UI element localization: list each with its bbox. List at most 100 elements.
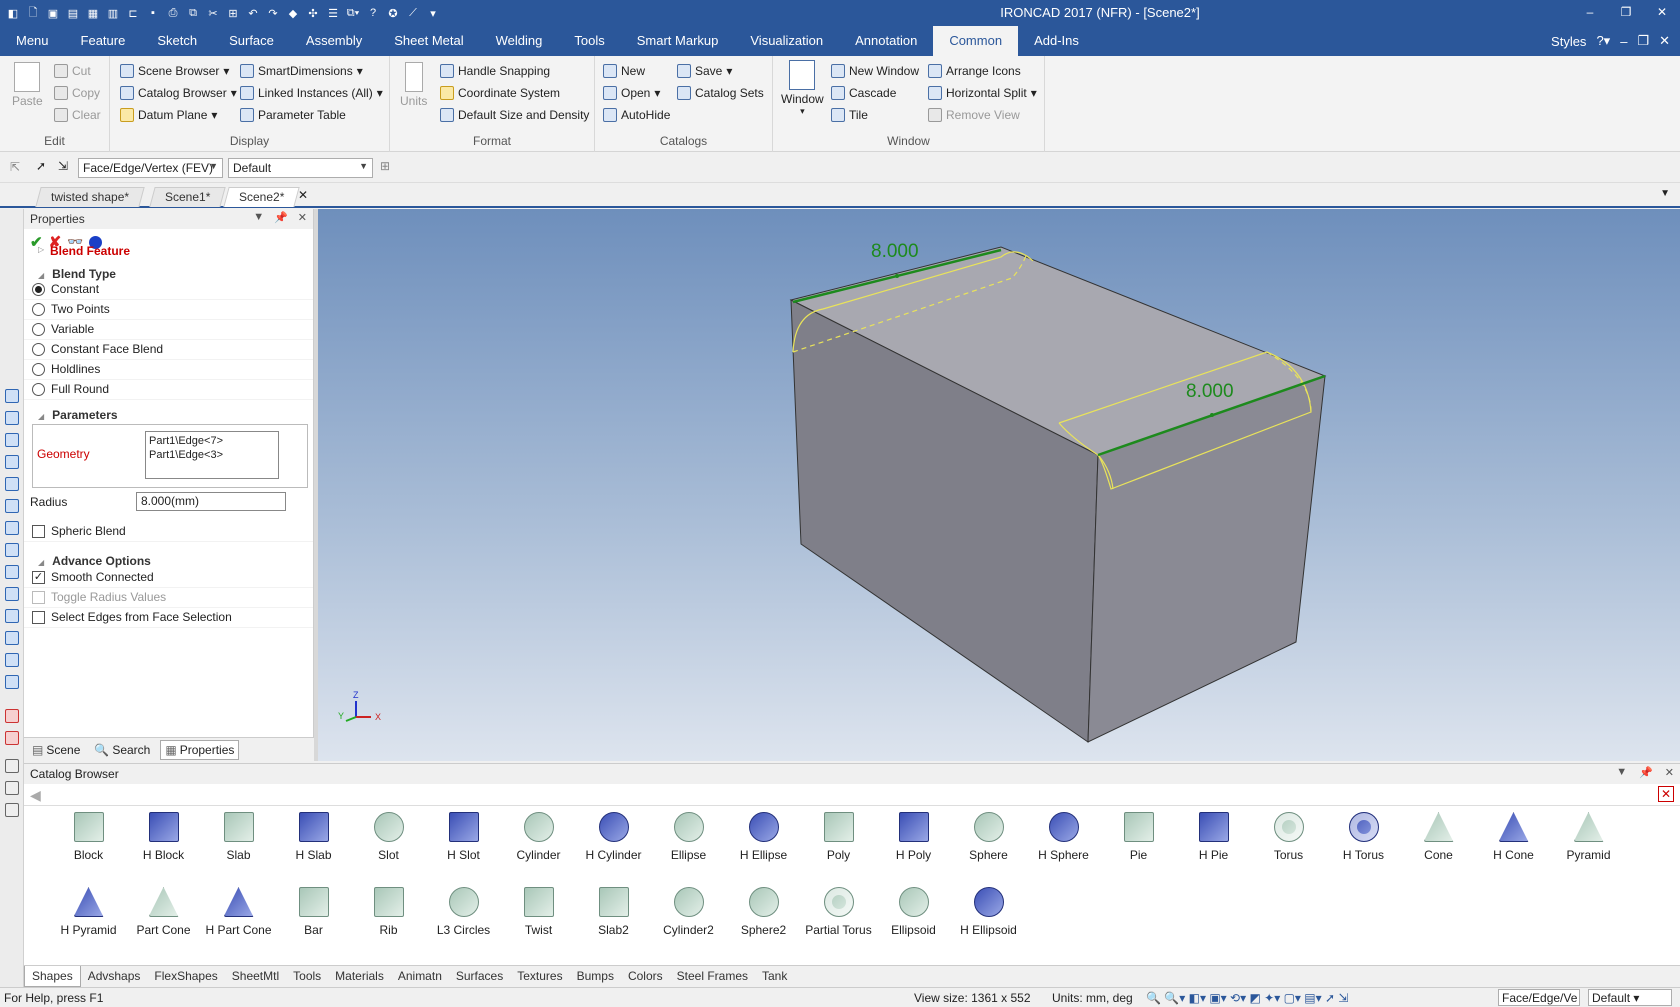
open-catalog-button[interactable]: Open ▾	[603, 86, 660, 100]
doc-tab-close-icon[interactable]: ✕	[298, 188, 308, 202]
tab-search[interactable]: 🔍 Search	[90, 741, 154, 759]
panel-menu-icon[interactable]: ▼	[253, 211, 264, 224]
catalog-tab-shapes[interactable]: Shapes	[24, 966, 81, 987]
tab-scene[interactable]: ▤ Scene	[28, 741, 84, 759]
catalog-item-sphere2[interactable]: Sphere2	[726, 883, 801, 953]
geometry-item[interactable]: Part1\Edge<3>	[149, 448, 275, 462]
catalog-item-h-block[interactable]: H Block	[126, 808, 201, 878]
tool-icon[interactable]	[5, 499, 19, 513]
catalog-item-h-torus[interactable]: H Torus	[1326, 808, 1401, 878]
tool-icon[interactable]	[5, 455, 19, 469]
catalog-item-pie[interactable]: Pie	[1101, 808, 1176, 878]
catalog-tab-bumps[interactable]: Bumps	[570, 966, 621, 987]
units-button[interactable]: Units	[400, 62, 427, 108]
catalog-item-slab[interactable]: Slab	[201, 808, 276, 878]
tab-annotation[interactable]: Annotation	[839, 26, 933, 56]
dimension-label-2[interactable]: 8.000	[1186, 381, 1234, 402]
catalog-item-h-pyramid[interactable]: H Pyramid	[51, 883, 126, 953]
blend-type-constant-face[interactable]: Constant Face Blend	[24, 339, 313, 360]
catalog-item-h-pie[interactable]: H Pie	[1176, 808, 1251, 878]
view-icon[interactable]: ◧▾	[1189, 991, 1206, 1005]
maximize-button[interactable]: ❐	[1608, 0, 1644, 26]
status-style-combo[interactable]: Default ▾	[1588, 989, 1672, 1006]
catalog-tab-tank[interactable]: Tank	[755, 966, 794, 987]
tab-sketch[interactable]: Sketch	[141, 26, 213, 56]
catalog-item-torus[interactable]: Torus	[1251, 808, 1326, 878]
catalog-item-h-cone[interactable]: H Cone	[1476, 808, 1551, 878]
spheric-blend-checkbox[interactable]: Spheric Blend	[24, 521, 313, 542]
blend-type-full-round[interactable]: Full Round	[24, 379, 313, 400]
catalog-close-icon[interactable]: ✕	[1665, 766, 1674, 779]
catalog-pin-icon[interactable]: 📌	[1639, 766, 1653, 779]
doc-tab-scene2[interactable]: Scene2*	[223, 187, 301, 207]
catalog-item-h-part-cone[interactable]: H Part Cone	[201, 883, 276, 953]
handle-snapping-button[interactable]: Handle Snapping	[440, 64, 550, 78]
dimension-label-1[interactable]: 8.000	[871, 241, 919, 262]
arrange-icons-button[interactable]: Arrange Icons	[928, 64, 1021, 78]
view-orient-icon[interactable]: ▣▾	[1209, 991, 1226, 1005]
catalog-tab-textures[interactable]: Textures	[510, 966, 569, 987]
layers-icon[interactable]: ▤▾	[1304, 991, 1321, 1005]
back-arrow-icon[interactable]: ◀	[30, 787, 41, 804]
catalog-item-poly[interactable]: Poly	[801, 808, 876, 878]
tab-smart-markup[interactable]: Smart Markup	[621, 26, 735, 56]
catalog-item-l3-circles[interactable]: L3 Circles	[426, 883, 501, 953]
tab-properties[interactable]: ▦ Properties	[160, 739, 240, 760]
tool-icon[interactable]	[5, 759, 19, 773]
catalog-browser-button[interactable]: Catalog Browser ▾	[120, 86, 237, 100]
zoom-icon[interactable]: 🔍	[1146, 991, 1161, 1005]
tool-icon[interactable]	[5, 565, 19, 579]
horizontal-split-button[interactable]: Horizontal Split ▾	[928, 86, 1037, 100]
expand-arrow-icon[interactable]: ▷	[38, 245, 44, 254]
catalog-close-x-icon[interactable]: ✕	[1658, 786, 1674, 802]
help-dropdown-icon[interactable]: ?▾	[1596, 33, 1610, 49]
doc-tab-scene1[interactable]: Scene1*	[149, 187, 227, 207]
catalog-item-ellipsoid[interactable]: Ellipsoid	[876, 883, 951, 953]
catalog-tab-colors[interactable]: Colors	[621, 966, 670, 987]
doc-close-icon[interactable]: ✕	[1659, 33, 1670, 49]
select-edges-checkbox[interactable]: Select Edges from Face Selection	[24, 607, 313, 628]
tab-list-chevron-icon[interactable]: ▼	[1660, 188, 1670, 199]
minimize-button[interactable]: –	[1572, 0, 1608, 26]
catalog-item-h-slab[interactable]: H Slab	[276, 808, 351, 878]
blend-type-constant[interactable]: Constant	[24, 279, 313, 300]
new-window-button[interactable]: New Window	[831, 64, 919, 78]
tool-icon[interactable]	[5, 587, 19, 601]
blend-type-two-points[interactable]: Two Points	[24, 299, 313, 320]
catalog-tab-tools[interactable]: Tools	[286, 966, 328, 987]
select-icon[interactable]: ➚	[1325, 991, 1335, 1005]
select-filter-icon[interactable]: ⇲	[58, 159, 68, 173]
tab-tools[interactable]: Tools	[558, 26, 620, 56]
3d-viewport[interactable]: 8.000 8.000 Z X Y	[318, 209, 1680, 761]
geometry-list[interactable]: Part1\Edge<7> Part1\Edge<3>	[145, 431, 279, 479]
autohide-button[interactable]: AutoHide	[603, 108, 670, 122]
tool-icon[interactable]	[5, 609, 19, 623]
catalog-tab-advshaps[interactable]: Advshaps	[81, 966, 148, 987]
tree-icon[interactable]: ⊞	[380, 159, 390, 173]
select-tool-icon[interactable]: ⇱	[10, 160, 20, 174]
doc-minimize-icon[interactable]: –	[1620, 34, 1627, 49]
catalog-item-pyramid[interactable]: Pyramid	[1551, 808, 1626, 878]
catalog-item-h-cylinder[interactable]: H Cylinder	[576, 808, 651, 878]
catalog-tab-surfaces[interactable]: Surfaces	[449, 966, 510, 987]
catalog-item-cylinder[interactable]: Cylinder	[501, 808, 576, 878]
select-mode-icon[interactable]: ⇲	[1338, 991, 1348, 1005]
window-button[interactable]: Window ▾	[781, 60, 824, 117]
catalog-item-h-poly[interactable]: H Poly	[876, 808, 951, 878]
scene-browser-button[interactable]: Scene Browser ▾	[120, 64, 229, 78]
advance-options-heading[interactable]: ◢ Advance Options	[38, 554, 151, 568]
smooth-connected-checkbox[interactable]: ✓ Smooth Connected	[24, 567, 313, 588]
zoom-area-icon[interactable]: 🔍▾	[1164, 991, 1185, 1005]
tool-icon[interactable]	[5, 411, 19, 425]
status-filter-combo[interactable]: Face/Edge/Ve ▾	[1498, 989, 1580, 1006]
tab-assembly[interactable]: Assembly	[290, 26, 378, 56]
catalog-menu-icon[interactable]: ▼	[1616, 766, 1627, 779]
catalog-item-h-ellipse[interactable]: H Ellipse	[726, 808, 801, 878]
tool-icon[interactable]	[5, 731, 19, 745]
catalog-item-partial-torus[interactable]: Partial Torus	[801, 883, 876, 953]
tool-icon[interactable]	[5, 781, 19, 795]
remove-view-button[interactable]: Remove View	[928, 108, 1020, 122]
catalog-tab-steel-frames[interactable]: Steel Frames	[670, 966, 755, 987]
catalog-item-slot[interactable]: Slot	[351, 808, 426, 878]
catalog-sets-button[interactable]: Catalog Sets	[677, 86, 764, 100]
